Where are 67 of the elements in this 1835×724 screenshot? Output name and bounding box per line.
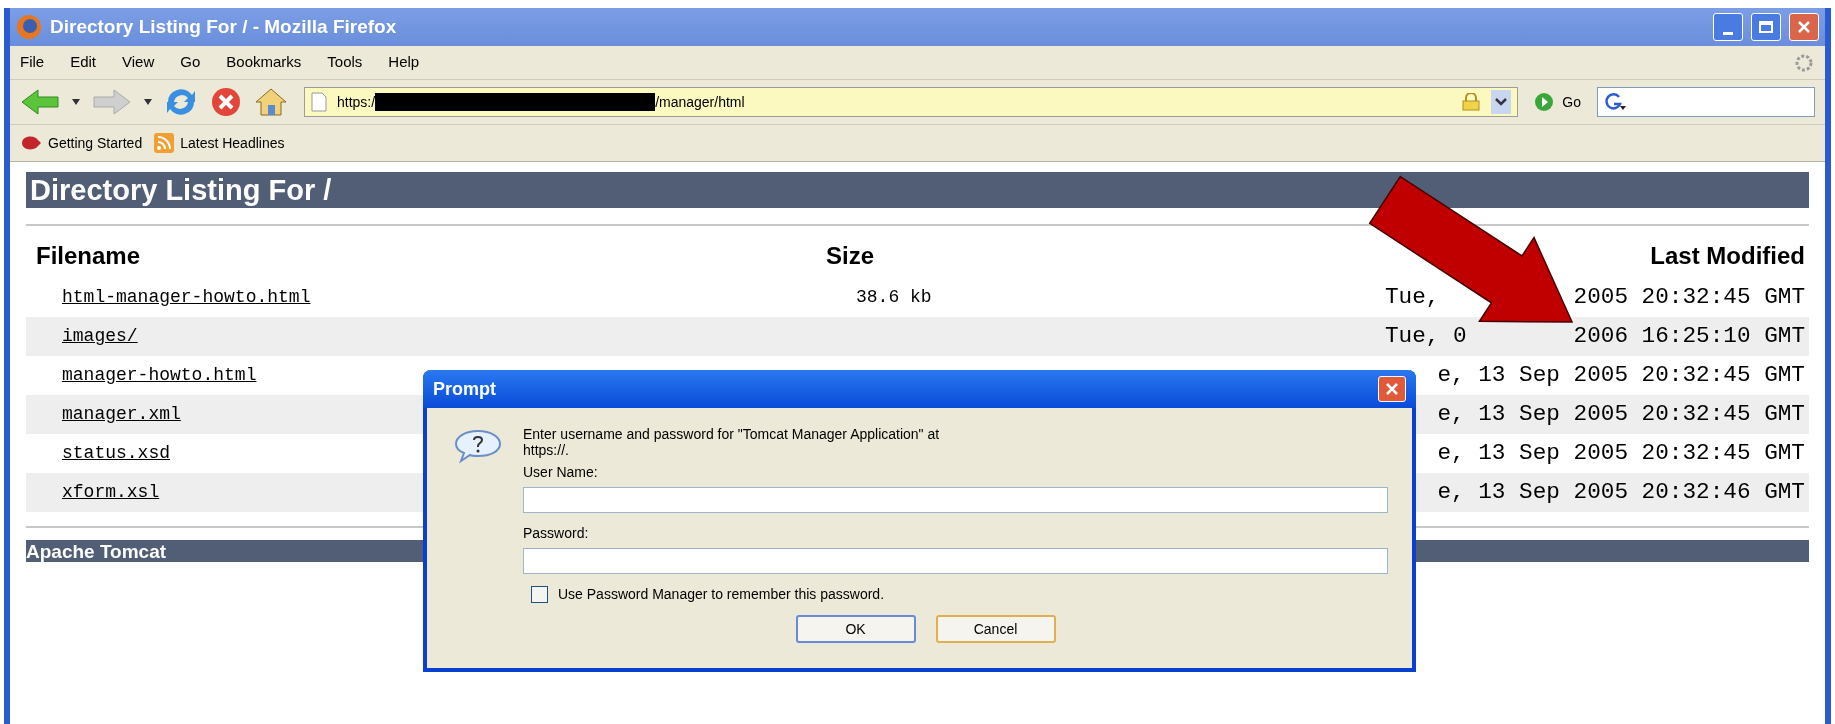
dropdown-icon[interactable] — [144, 99, 152, 105]
go-icon — [1534, 92, 1555, 112]
minimize-button[interactable] — [1713, 13, 1743, 41]
menu-item[interactable]: Go — [180, 51, 201, 74]
file-size: 38.6 kb — [856, 287, 932, 307]
dropdown-icon[interactable] — [1491, 90, 1512, 114]
dialog-button[interactable]: Cancel — [935, 615, 1056, 643]
stop-icon[interactable] — [210, 86, 242, 118]
go-button[interactable]: Go — [1530, 91, 1585, 113]
file-link[interactable]: html-manager-howto.html — [62, 287, 311, 307]
menu-item[interactable]: Tools — [327, 51, 363, 74]
close-button[interactable] — [1789, 13, 1819, 41]
back-icon[interactable] — [20, 88, 60, 116]
dialog-url: https://. — [523, 442, 570, 458]
dropdown-icon[interactable] — [72, 99, 80, 105]
firefox-icon — [16, 14, 42, 40]
menu-item[interactable]: Bookmarks — [226, 51, 302, 74]
modified-date: e, 13 Sep 2005 20:32:45 GMT — [1437, 361, 1805, 391]
field-label: User Name: — [523, 463, 599, 482]
file-link[interactable]: manager-howto.html — [62, 365, 257, 385]
close-icon — [1385, 382, 1399, 396]
page-icon — [311, 92, 327, 112]
remember-checkbox[interactable] — [531, 586, 548, 603]
dialog-title: Prompt — [433, 377, 497, 401]
username-field[interactable] — [523, 487, 1388, 513]
password-field[interactable] — [523, 548, 1388, 574]
modified-date: Tue, — [1385, 283, 1440, 313]
maximize-button[interactable] — [1751, 13, 1781, 41]
dialog-button[interactable]: OK — [795, 615, 916, 643]
bookmark-icon — [20, 134, 42, 152]
bookmark-link[interactable]: Latest Headlines — [180, 132, 285, 154]
modified-date: e, 13 Sep 2005 20:32:45 GMT — [1437, 439, 1805, 469]
column-header: Last Modified — [1650, 241, 1805, 271]
url-prefix: https:/ — [337, 92, 376, 112]
file-link[interactable]: images/ — [62, 326, 138, 346]
modified-date: 2006 16:25:10 GMT — [1573, 322, 1805, 352]
checkbox-label: Use Password Manager to remember this password. — [558, 585, 885, 604]
column-header: Size — [826, 242, 875, 269]
search-engine-icon — [1604, 92, 1626, 112]
menu-item[interactable]: View — [122, 51, 155, 74]
page-heading: Directory Listing For / — [30, 175, 332, 205]
modified-date: 2005 20:32:45 GMT — [1573, 283, 1805, 313]
close-button[interactable] — [1378, 376, 1406, 402]
field-label: Password: — [523, 524, 590, 543]
bookmark-link[interactable]: Getting Started — [48, 132, 143, 154]
url-suffix: /manager/html — [655, 92, 745, 112]
window-title: Directory Listing For / - Mozilla Firefox — [50, 14, 398, 39]
modified-date: Tue, 0 — [1385, 322, 1467, 352]
modified-date: e, 13 Sep 2005 20:32:46 GMT — [1437, 478, 1805, 508]
column-header: Filename — [36, 242, 141, 269]
reload-icon[interactable] — [164, 86, 198, 118]
question-icon — [453, 428, 503, 464]
menu-item[interactable]: Help — [388, 51, 420, 74]
dialog-message: Enter username and password for "Tomcat Manager Application" at — [523, 426, 941, 442]
menu-item[interactable]: Edit — [70, 51, 97, 74]
footer-text: Apache Tomcat — [26, 541, 167, 561]
address-bar[interactable]: https:/ /manager/html — [304, 87, 1519, 117]
home-icon[interactable] — [254, 86, 288, 118]
search-field[interactable] — [1597, 87, 1815, 117]
feed-icon — [154, 133, 175, 153]
modified-date: e, 13 Sep 2005 20:32:45 GMT — [1437, 400, 1805, 430]
file-link[interactable]: xform.xsl — [62, 482, 160, 502]
file-link[interactable]: status.xsd — [62, 443, 171, 463]
menu-item[interactable]: File — [20, 51, 45, 74]
file-link[interactable]: manager.xml — [62, 404, 181, 424]
lock-icon — [1461, 93, 1482, 111]
close-icon — [1797, 20, 1811, 34]
